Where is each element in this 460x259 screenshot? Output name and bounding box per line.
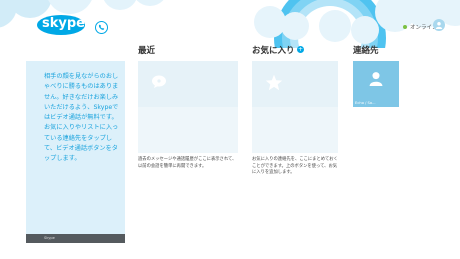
skype-logo-text: skype (42, 16, 85, 31)
call-phone-button[interactable] (95, 21, 108, 34)
star-icon (265, 74, 283, 91)
user-avatar[interactable] (433, 19, 445, 31)
chat-bubble-icon (152, 75, 166, 88)
promo-footer: Skype (26, 234, 125, 243)
phone-icon (98, 24, 105, 30)
status-dot (403, 25, 407, 29)
contact-tile[interactable]: Echo / So... (353, 61, 399, 107)
skype-home-screen: skype オンライン 相手の顔を見ながらのおしゃべりに勝るものはありません。好… (0, 0, 460, 259)
recent-section-title[interactable]: 最近 (138, 44, 155, 56)
recent-tile-top (138, 61, 238, 107)
contact-name: Echo / So... (355, 101, 376, 105)
contacts-section-title[interactable]: 連絡先 (353, 44, 379, 56)
recent-description: 過去のメッセージや通話履歴がここに表示されて、以前の会話を簡単に再開できます。 (138, 157, 237, 169)
favorites-tile-top (252, 61, 338, 107)
recent-tile-bottom (138, 107, 238, 153)
video-call-promo-tile[interactable]: 相手の顔を見ながらのおしゃべりに勝るものはありません。好きなだけお楽しみいただけ… (26, 61, 125, 243)
promo-text: 相手の顔を見ながらのおしゃべりに勝るものはありません。好きなだけお楽しみいただけ… (44, 73, 119, 163)
favorites-tile-bottom (252, 107, 338, 153)
add-favorite-button[interactable]: + (297, 46, 304, 53)
person-icon (369, 72, 383, 86)
plus-icon: + (297, 46, 304, 53)
person-icon (435, 22, 443, 29)
skype-logo: skype (36, 14, 86, 36)
promo-footer-label: Skype (44, 236, 55, 240)
favorites-description: お気に入りの連絡先を、ここにまとめておくことができます。上のボタンを使って、お気… (252, 157, 338, 175)
favorites-section-title[interactable]: お気に入り (252, 44, 295, 56)
